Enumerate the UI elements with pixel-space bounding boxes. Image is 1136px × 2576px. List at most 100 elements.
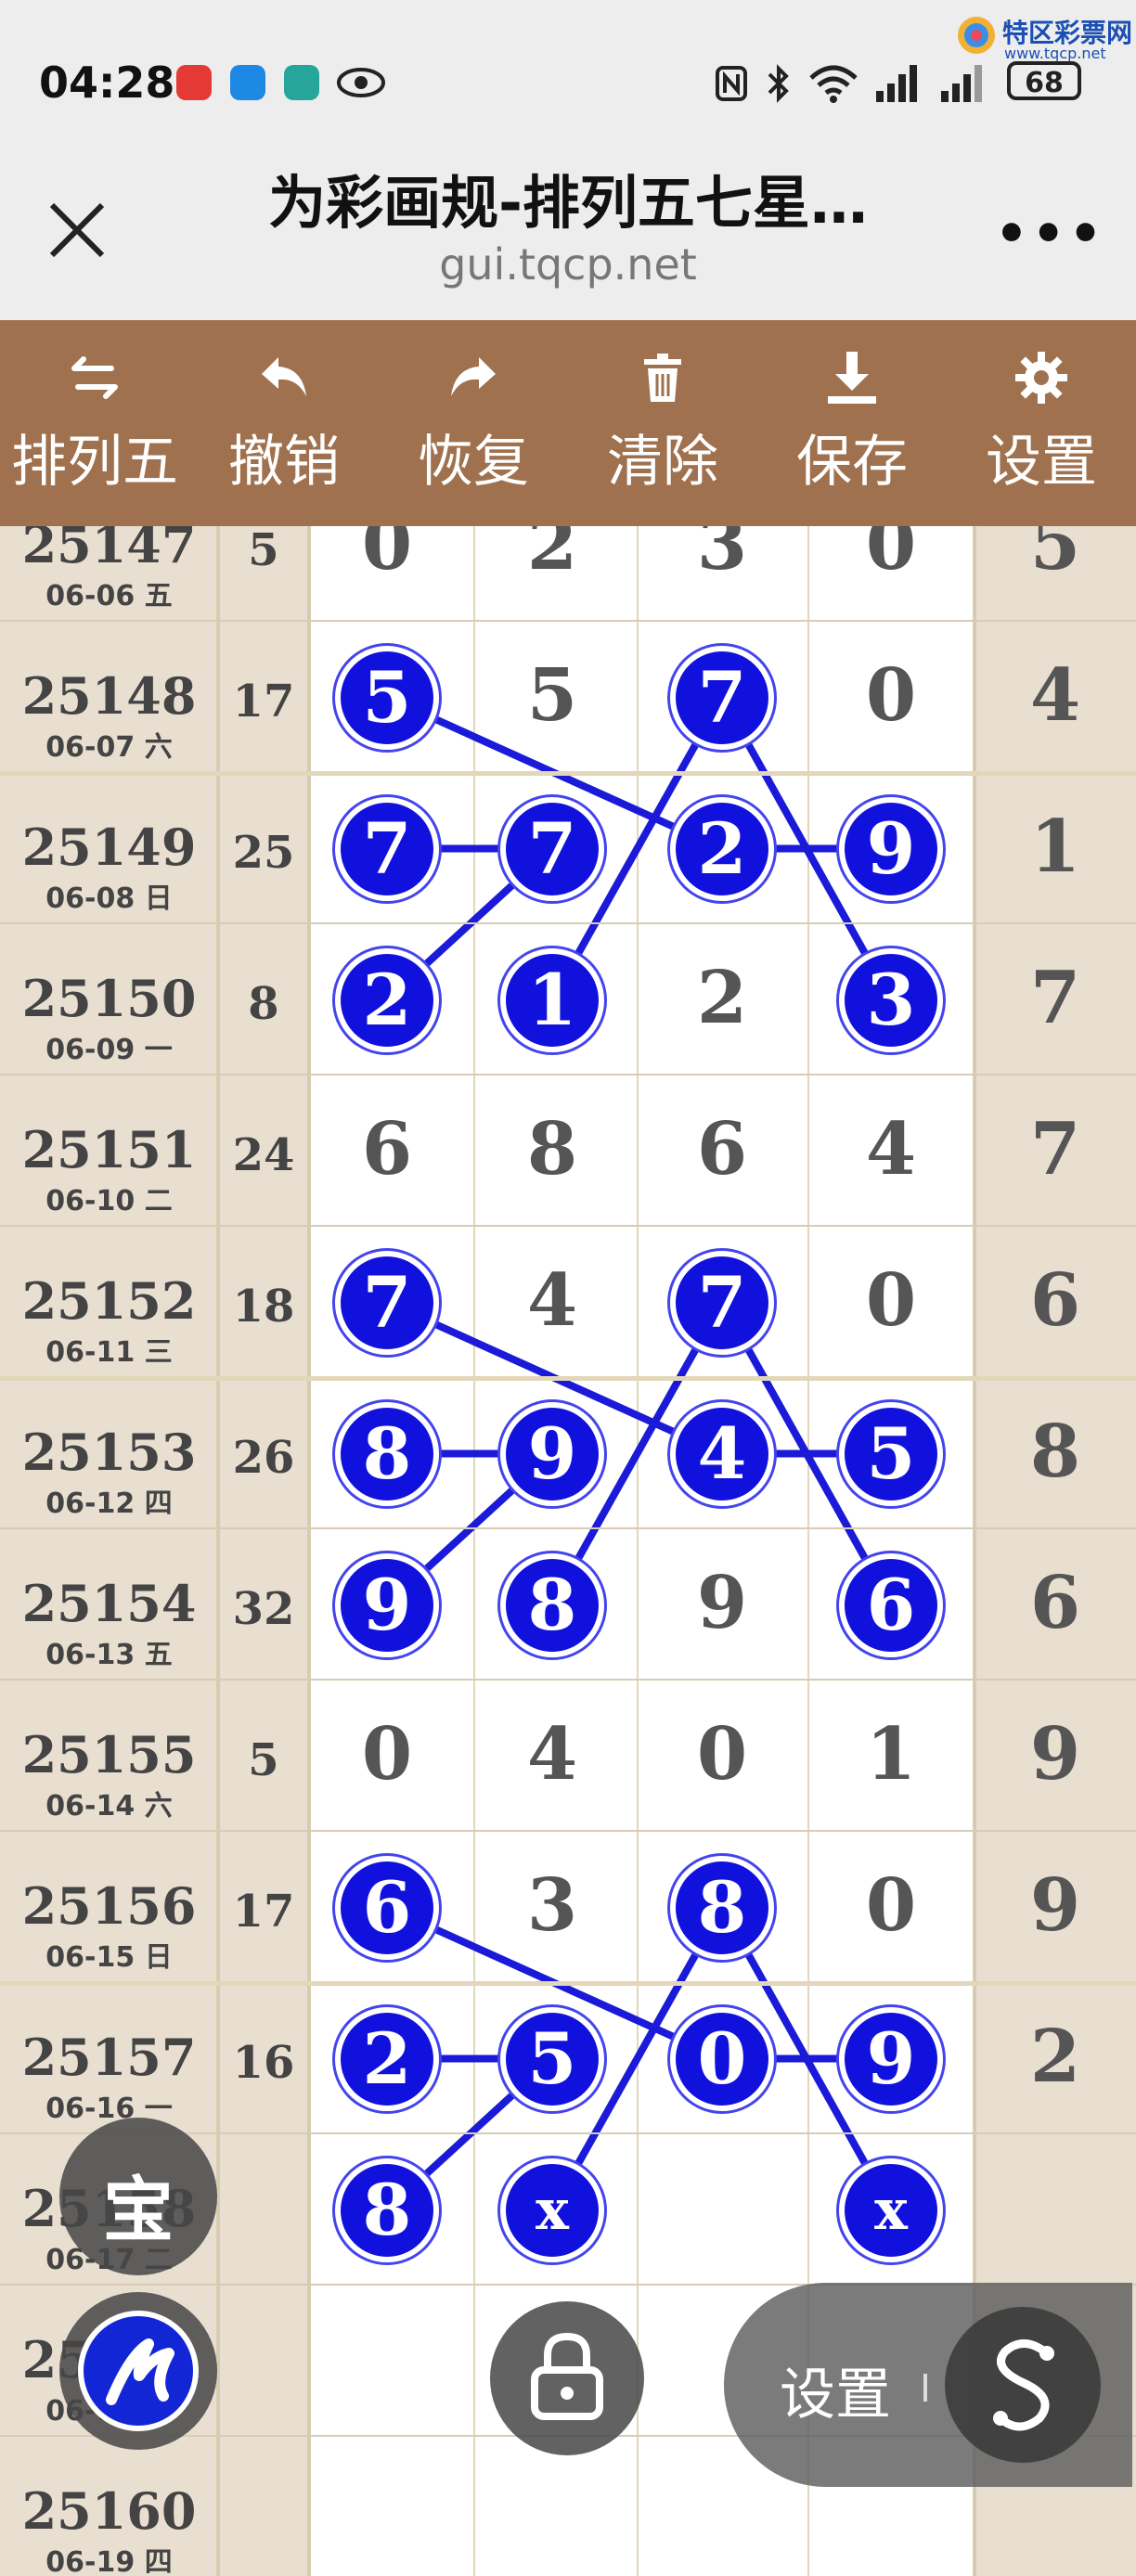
app-notification-icon-green [284,65,319,100]
digit-cell[interactable]: 4 [506,1712,599,1797]
last-digit-cell[interactable]: 8 [975,1410,1136,1494]
digit-cell[interactable]: 4 [845,1107,937,1191]
marked-digit-ball[interactable]: 7 [670,645,774,750]
marked-digit-ball[interactable]: 8 [335,1401,439,1506]
digit-cell[interactable]: 2 [676,956,768,1040]
last-digit-cell[interactable]: 9 [975,1863,1136,1948]
digit-cell[interactable]: 4 [506,1258,599,1343]
more-options-icon[interactable]: ••• [995,204,1105,264]
row-separator [0,1376,1136,1381]
marked-digit-ball[interactable]: 8 [500,1552,604,1657]
digit-cell[interactable]: 6 [341,1107,433,1191]
digit-cell[interactable]: 0 [341,1712,433,1797]
lock-icon [531,2332,603,2420]
digit-cell[interactable]: 3 [676,526,768,586]
redo-icon [451,357,496,396]
last-digit-cell[interactable]: 7 [975,1107,1136,1191]
marked-digit-ball[interactable]: 9 [500,1401,604,1506]
last-digit-cell[interactable]: 7 [975,956,1136,1040]
marked-digit-ball[interactable]: x [500,2157,604,2262]
marked-digit-ball[interactable]: 9 [839,2006,943,2111]
digit-cell[interactable]: 5 [506,653,599,738]
toolbar-lottery-type-button[interactable]: 排列五 [0,320,189,526]
sum-value: 18 [232,1281,295,1333]
marked-digit-ball[interactable]: 7 [670,1250,774,1355]
digit-cell[interactable]: 6 [676,1107,768,1191]
toolbar-settings-label: 设置 [986,430,1097,495]
sum-value: 32 [232,1583,295,1635]
swap-arrows-icon [71,356,118,399]
draw-date: 06-12 四 [45,1488,173,1520]
toolbar-settings-button[interactable]: 设置 [947,320,1136,526]
marked-digit-ball[interactable]: 2 [670,796,774,901]
marked-digit-ball[interactable]: 8 [335,2157,439,2262]
toolbar-clear-button[interactable]: 清除 [568,320,757,526]
digit-cell[interactable]: 9 [676,1561,768,1645]
brush-tool-button[interactable] [59,2292,217,2450]
digit-cell[interactable]: 2 [506,526,599,586]
lock-button[interactable] [490,2301,644,2455]
last-digit-cell[interactable]: 6 [975,1258,1136,1343]
toolbar: 排列五 撤销 恢复 清除 保存 设置 [0,320,1136,526]
toolbar-redo-button[interactable]: 恢复 [379,320,568,526]
marked-digit-ball[interactable]: 5 [839,1401,943,1506]
sum-value: 17 [232,1886,295,1938]
digit-cell[interactable]: 8 [506,1107,599,1191]
last-digit-cell[interactable]: 1 [975,805,1136,889]
issue-number: 25152 [21,1271,197,1331]
marked-digit-ball[interactable]: 9 [335,1552,439,1657]
marked-digit-ball[interactable]: x [839,2157,943,2262]
marked-digit-ball[interactable]: 5 [335,645,439,750]
marked-digit-ball[interactable]: 5 [500,2006,604,2111]
digit-cell[interactable]: 1 [845,1712,937,1797]
marked-digit-ball[interactable]: 6 [335,1855,439,1960]
marked-digit-ball[interactable]: 3 [839,947,943,1052]
last-digit-cell[interactable]: 5 [975,526,1136,586]
marked-digit-ball[interactable]: 8 [670,1855,774,1960]
toolbar-undo-button[interactable]: 撤销 [189,320,379,526]
digit-cell[interactable]: 0 [845,653,937,738]
last-digit-cell[interactable]: 2 [975,2015,1136,2099]
sum-value: 17 [232,676,295,728]
issue-number: 25150 [21,969,197,1028]
issue-number: 25157 [21,2028,197,2087]
last-digit-cell[interactable]: 9 [975,1712,1136,1797]
digit-cell[interactable]: 0 [845,526,937,586]
marked-digit-ball[interactable]: 2 [335,2006,439,2111]
last-digit-cell[interactable]: 4 [975,653,1136,738]
settings-floating-panel[interactable]: 设置 [724,2283,1132,2487]
s-shortcut-button[interactable] [945,2307,1101,2463]
page-title: 为彩画规-排列五七星… [268,169,868,237]
gear-icon [1015,352,1067,404]
last-digit-cell[interactable]: 6 [975,1561,1136,1645]
toolbar-save-button[interactable]: 保存 [757,320,947,526]
marked-digit-ball[interactable]: 6 [839,1552,943,1657]
marked-digit-ball[interactable]: 0 [670,2006,774,2111]
treasure-button-label: 宝 [103,2169,174,2251]
digit-cell[interactable]: 0 [341,526,433,586]
marked-digit-ball[interactable]: 9 [839,796,943,901]
marked-digit-ball[interactable]: 7 [500,796,604,901]
marked-digit-ball[interactable]: 7 [335,1250,439,1355]
digit-cell[interactable]: 0 [845,1258,937,1343]
signal-icon-1 [876,65,917,102]
draw-date: 06-16 一 [45,2093,173,2125]
eye-icon [337,68,385,97]
marked-digit-ball[interactable]: 1 [500,947,604,1052]
digit-cell[interactable]: 0 [845,1863,937,1948]
marked-digit-ball[interactable]: 2 [335,947,439,1052]
digit-cell[interactable]: 3 [506,1863,599,1948]
issue-number: 25154 [21,1574,197,1633]
marked-digit-ball[interactable]: 7 [335,796,439,901]
toolbar-clear-label: 清除 [607,430,718,495]
marked-digit-ball[interactable]: 4 [670,1401,774,1506]
digit-cell[interactable]: 0 [676,1712,768,1797]
draw-date: 06-10 二 [45,1185,173,1217]
treasure-button[interactable]: 宝 [59,2118,217,2275]
toolbar-save-label: 保存 [796,430,908,495]
sum-value: 25 [232,827,295,879]
browser-title-bar: 为彩画规-排列五七星… gui.tqcp.net ••• [0,139,1136,320]
undo-icon [262,357,306,396]
watermark-swirl-icon [958,17,995,54]
draw-date: 06-09 一 [45,1034,173,1066]
